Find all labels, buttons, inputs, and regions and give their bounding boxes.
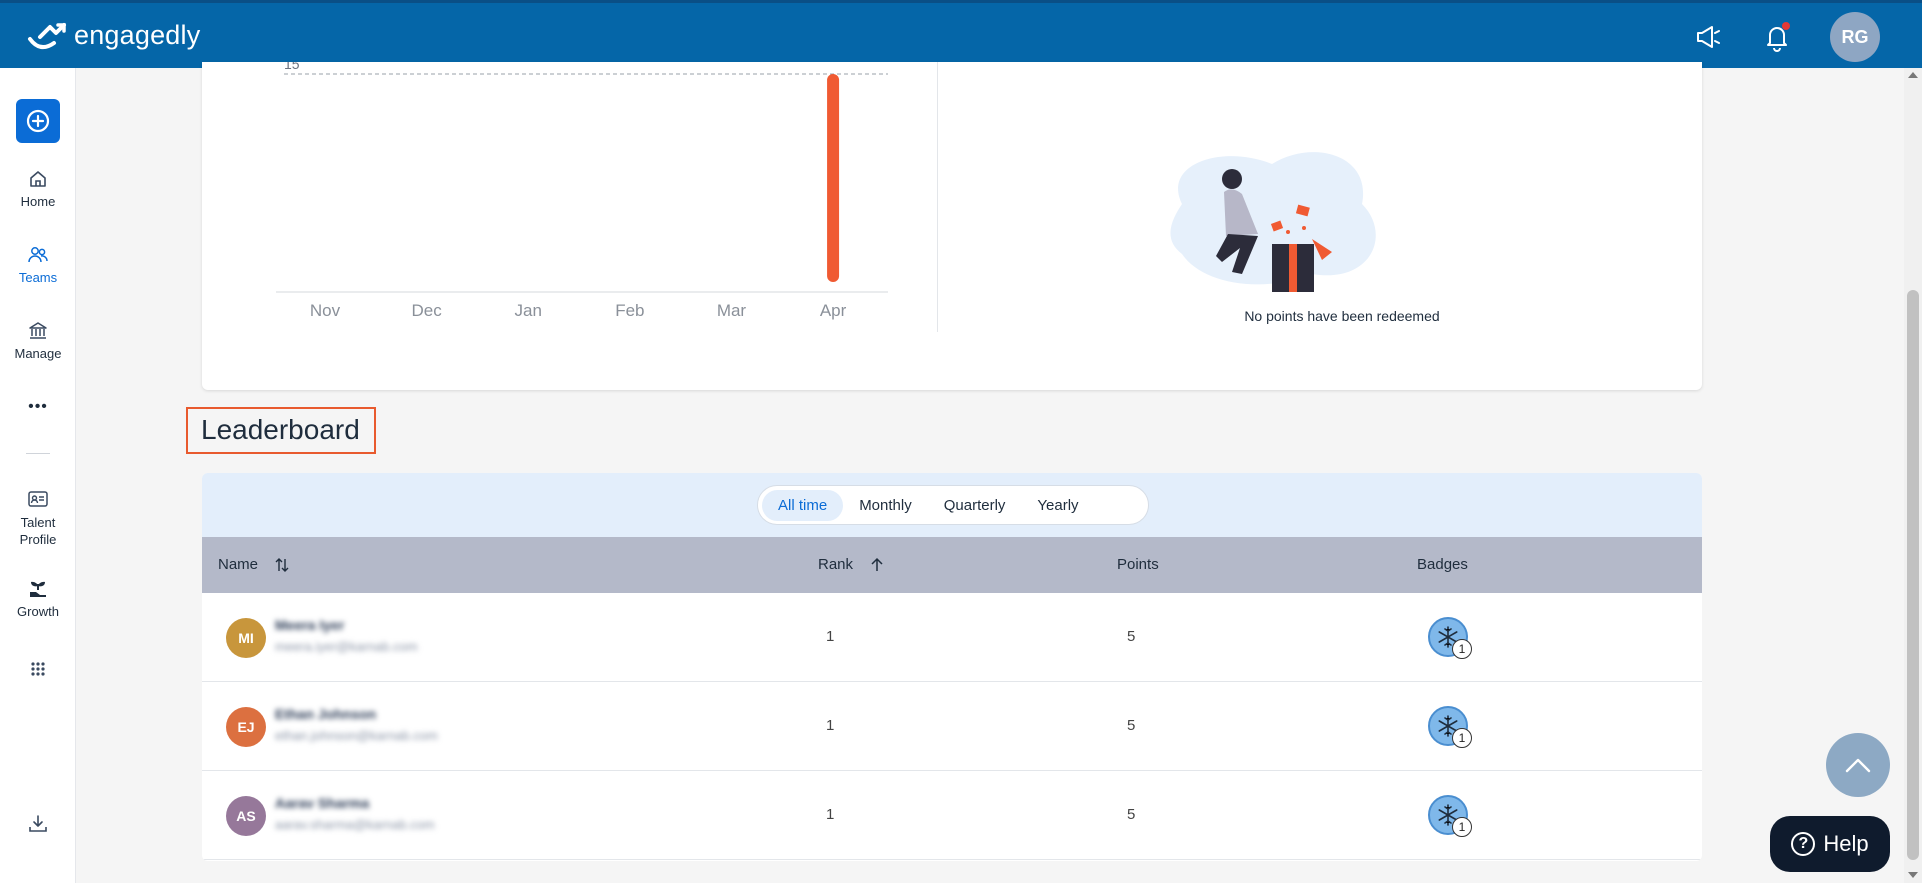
user-email: ethan.johnson@karnab.com bbox=[275, 728, 438, 743]
sidebar-item-manage[interactable]: Manage bbox=[0, 320, 76, 361]
sidebar-item-label: Manage bbox=[14, 346, 62, 361]
tab-yearly[interactable]: Yearly bbox=[1021, 490, 1094, 521]
sort-ascending-icon[interactable] bbox=[869, 557, 885, 573]
avatar: EJ bbox=[226, 707, 266, 747]
table-row[interactable]: AS Aarav Sharma aarav.sharma@karnab.com 1 5 1 bbox=[202, 771, 1702, 860]
y-tick-label: 15 bbox=[284, 62, 300, 72]
points-value: 5 bbox=[1127, 806, 1136, 823]
user-email: aarav.sharma@karnab.com bbox=[275, 817, 435, 832]
badge[interactable]: 1 bbox=[1428, 617, 1472, 659]
sidebar: Home Teams Manage ••• Talent Profile Gro… bbox=[0, 68, 76, 883]
rank-header-label: Rank bbox=[818, 556, 854, 573]
badge-count: 1 bbox=[1452, 728, 1472, 748]
sidebar-item-label: Teams bbox=[18, 270, 58, 285]
tab-all-time[interactable]: All time bbox=[762, 489, 844, 521]
badge[interactable]: 1 bbox=[1428, 706, 1472, 748]
x-tick-label: Mar bbox=[717, 301, 747, 320]
points-value: 5 bbox=[1127, 717, 1136, 734]
leaderboard-card: All time Monthly Quarterly Yearly Name R… bbox=[202, 473, 1702, 861]
download-icon[interactable] bbox=[0, 813, 76, 839]
sidebar-item-label: Home bbox=[20, 194, 56, 209]
avatar: AS bbox=[226, 796, 266, 836]
id-card-icon bbox=[28, 491, 48, 507]
rank-value: 1 bbox=[826, 806, 835, 823]
points-card: 15 Nov Dec Jan Feb Mar Apr No points have been… bbox=[202, 62, 1702, 390]
top-bar: engagedly RG bbox=[0, 0, 1922, 68]
badge[interactable]: 1 bbox=[1428, 795, 1472, 837]
home-icon bbox=[30, 171, 46, 187]
sidebar-item-teams[interactable]: Teams bbox=[0, 244, 76, 285]
help-label: Help bbox=[1823, 831, 1869, 856]
apps-grid-icon[interactable] bbox=[0, 658, 76, 684]
teams-icon bbox=[28, 247, 48, 263]
period-tabs: All time Monthly Quarterly Yearly bbox=[757, 485, 1149, 525]
points-value: 5 bbox=[1127, 628, 1136, 645]
rank-value: 1 bbox=[826, 628, 835, 645]
user-avatar[interactable]: RG bbox=[1830, 12, 1880, 62]
sidebar-item-talent-profile[interactable]: Talent Profile bbox=[0, 488, 76, 548]
sidebar-item-home[interactable]: Home bbox=[0, 168, 76, 209]
x-tick-label: Feb bbox=[615, 301, 644, 320]
table-row[interactable]: EJ Ethan Johnson ethan.johnson@karnab.com 1… bbox=[202, 682, 1702, 771]
help-question-icon: ? bbox=[1791, 832, 1816, 856]
chevron-up-icon bbox=[1845, 758, 1871, 773]
sidebar-item-label: Growth bbox=[17, 604, 59, 619]
leaderboard-filter-bar: All time Monthly Quarterly Yearly bbox=[202, 473, 1702, 537]
rank-column-header[interactable]: Rank bbox=[818, 556, 885, 573]
card-divider bbox=[937, 62, 938, 332]
badge-count: 1 bbox=[1452, 639, 1472, 659]
no-redemptions-text: No points have been redeemed bbox=[1244, 308, 1440, 324]
tab-monthly[interactable]: Monthly bbox=[843, 490, 928, 521]
notifications-bell-icon[interactable] bbox=[1760, 20, 1794, 54]
user-email: meera.iyer@karnab.com bbox=[275, 639, 418, 654]
user-name[interactable]: Meera Iyer bbox=[275, 617, 344, 633]
name-column-header[interactable]: Name bbox=[218, 556, 290, 573]
user-name[interactable]: Ethan Johnson bbox=[275, 706, 376, 722]
brand-name: engagedly bbox=[74, 20, 201, 50]
table-row[interactable]: MI Meera Iyer meera.iyer@karnab.com 1 5 1 bbox=[202, 593, 1702, 682]
announcement-icon[interactable] bbox=[1690, 20, 1724, 54]
scroll-down-arrow-icon[interactable] bbox=[1908, 872, 1918, 878]
sidebar-item-label: Talent Profile bbox=[19, 515, 57, 547]
help-button[interactable]: ? Help bbox=[1770, 816, 1890, 872]
x-tick-label: Nov bbox=[310, 301, 341, 320]
x-tick-label: Jan bbox=[515, 301, 542, 320]
plus-circle-icon bbox=[26, 109, 50, 133]
engagedly-logo-icon bbox=[28, 22, 66, 49]
notification-dot bbox=[1782, 22, 1790, 30]
x-tick-label: Apr bbox=[820, 301, 847, 320]
user-name[interactable]: Aarav Sharma bbox=[275, 795, 369, 811]
more-options-icon[interactable]: ••• bbox=[0, 398, 76, 416]
gift-illustration bbox=[1170, 152, 1376, 292]
leaderboard-header: Name Rank Points Badges bbox=[202, 537, 1702, 593]
avatar: MI bbox=[226, 618, 266, 658]
tab-quarterly[interactable]: Quarterly bbox=[928, 490, 1022, 521]
growth-plant-icon bbox=[30, 581, 46, 597]
name-header-label: Name bbox=[218, 556, 259, 573]
leaderboard-title: Leaderboard bbox=[201, 414, 360, 445]
points-bar-chart: 15 Nov Dec Jan Feb Mar Apr bbox=[276, 62, 888, 320]
add-button[interactable] bbox=[16, 99, 60, 143]
brand-logo[interactable]: engagedly bbox=[26, 19, 200, 53]
rank-value: 1 bbox=[826, 717, 835, 734]
sort-icon[interactable] bbox=[274, 557, 290, 573]
x-tick-label: Dec bbox=[411, 301, 442, 320]
institution-icon bbox=[29, 322, 47, 339]
scrollbar-thumb[interactable] bbox=[1907, 290, 1919, 860]
points-column-header: Points bbox=[1117, 556, 1159, 573]
sidebar-divider bbox=[26, 453, 50, 454]
scroll-to-top-button[interactable] bbox=[1826, 733, 1890, 797]
sidebar-item-growth[interactable]: Growth bbox=[0, 578, 76, 619]
badges-column-header: Badges bbox=[1417, 556, 1468, 573]
scroll-up-arrow-icon[interactable] bbox=[1908, 72, 1918, 78]
badge-count: 1 bbox=[1452, 817, 1472, 837]
